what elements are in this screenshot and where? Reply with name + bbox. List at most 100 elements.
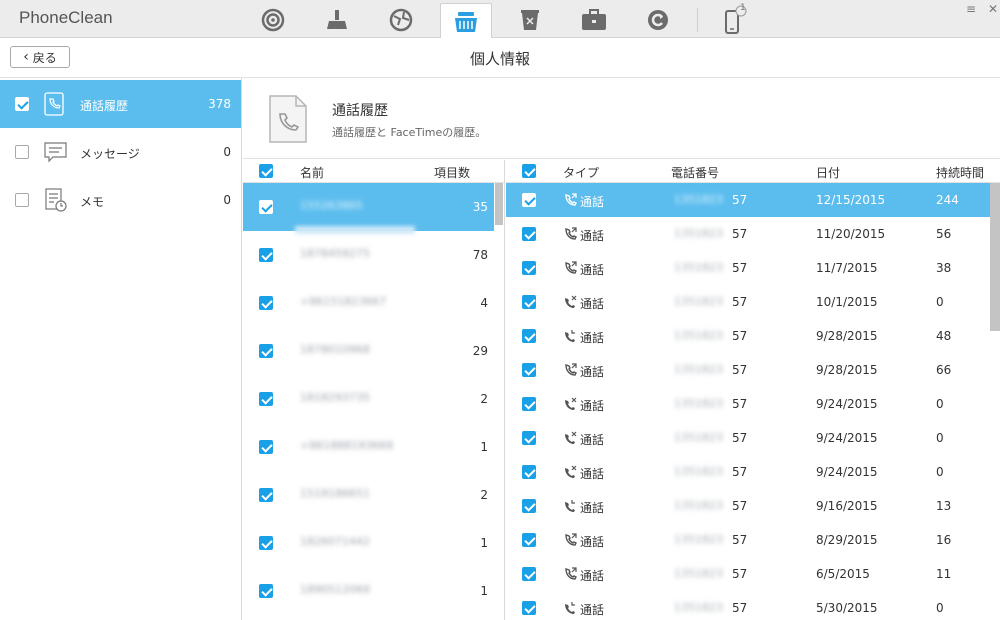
checkbox[interactable] (259, 344, 273, 358)
refresh-icon[interactable] (632, 3, 684, 37)
phone-number-tail: 57 (732, 499, 748, 513)
contact-row[interactable]: 1818293735 2 (243, 375, 494, 423)
contact-row[interactable]: 1878459275 78 (243, 231, 494, 279)
call-record-row[interactable]: 通話 1351823 57 5/30/2015 0 (506, 591, 990, 620)
contact-name: +86151823667 (300, 295, 387, 308)
call-record-row[interactable]: 通話 1351823 57 9/28/2015 66 (506, 353, 990, 387)
contact-row[interactable]: 1890512069 1 (243, 567, 494, 615)
quick-clean-icon[interactable] (247, 3, 299, 37)
contact-row[interactable]: +861888193669 1 (243, 423, 494, 471)
contact-row[interactable]: 1878010968 29 (243, 327, 494, 375)
contact-count: 35 (472, 200, 488, 214)
checkbox[interactable] (259, 248, 273, 262)
call-record-row[interactable]: 通話 1351823 57 9/28/2015 48 (506, 319, 990, 353)
checkbox[interactable] (259, 584, 273, 598)
checkbox[interactable] (522, 465, 536, 479)
column-header-duration: 持続時間 (936, 166, 985, 180)
contact-row[interactable]: 1519186651 2 (243, 471, 494, 519)
contact-count: 29 (472, 344, 488, 358)
phone-number-tail: 57 (732, 295, 748, 309)
category-sidebar: 通話履歴 378 メッセージ 0 メモ 0 (0, 78, 242, 620)
checkbox[interactable] (522, 261, 536, 275)
checkbox[interactable] (522, 397, 536, 411)
call-history-icon (44, 92, 66, 116)
checkbox[interactable] (522, 329, 536, 343)
call-record-row[interactable]: 通話 1351823 57 9/24/2015 0 (506, 455, 990, 489)
contact-row[interactable]: +86151823667 4 (243, 279, 494, 327)
close-icon[interactable]: ✕ (986, 2, 1000, 16)
select-all-checkbox[interactable] (522, 164, 536, 178)
contact-count: 1 (480, 440, 488, 454)
call-duration: 13 (936, 499, 952, 513)
call-date: 9/28/2015 (816, 363, 878, 377)
call-record-row[interactable]: 通話 1351823 57 10/1/2015 0 (506, 285, 990, 319)
call-date: 9/16/2015 (816, 499, 878, 513)
checkbox[interactable] (522, 533, 536, 547)
toolbox-icon[interactable] (568, 3, 620, 37)
internet-clean-icon[interactable] (375, 3, 427, 37)
sidebar-item-count: 0 (223, 193, 231, 207)
title-bar: PhoneClean 1 ≡ ✕ (0, 0, 1000, 39)
menu-icon[interactable]: ≡ (964, 2, 978, 16)
deep-clean-icon[interactable] (311, 3, 363, 37)
device-badge: 1 (740, 3, 746, 13)
call-duration: 0 (936, 431, 944, 445)
outgoing-call-icon (563, 567, 577, 581)
call-type: 通話 (580, 263, 605, 277)
sidebar-item-label: メモ (80, 195, 105, 209)
checkbox[interactable] (259, 440, 273, 454)
select-all-checkbox[interactable] (259, 164, 273, 178)
checkbox[interactable] (522, 499, 536, 513)
call-record-row[interactable]: 通話 1351823 57 12/15/2015 244 (506, 183, 990, 217)
checkbox[interactable] (259, 296, 273, 310)
contact-name: 1826071442 (300, 535, 370, 548)
scrollbar[interactable] (495, 183, 503, 225)
call-record-row[interactable]: 通話 1351823 57 11/20/2015 56 (506, 217, 990, 251)
call-duration: 0 (936, 397, 944, 411)
phone-number-tail: 57 (732, 601, 748, 615)
phone-number-tail: 57 (732, 329, 748, 343)
checkbox[interactable] (259, 536, 273, 550)
contact-name: 155263865 (300, 199, 363, 212)
call-record-row[interactable]: 通話 1351823 57 9/24/2015 0 (506, 421, 990, 455)
outgoing-call-icon (563, 533, 577, 547)
call-duration: 0 (936, 465, 944, 479)
call-type: 通話 (580, 297, 605, 311)
sidebar-item-call-history[interactable]: 通話履歴 378 (0, 80, 241, 128)
checkbox[interactable] (522, 295, 536, 309)
sidebar-item-memo[interactable]: メモ 0 (0, 176, 241, 224)
column-header-count: 項目数 (434, 166, 471, 180)
contact-row[interactable]: 1826071442 1 (243, 519, 494, 567)
call-date: 6/5/2015 (816, 567, 870, 581)
contacts-header: 名前 項目数 (243, 160, 504, 183)
category-header: 通話履歴 通話履歴と FaceTimeの履歴。 (243, 78, 1000, 159)
call-record-row[interactable]: 通話 1351823 57 8/29/2015 16 (506, 523, 990, 557)
privacy-clean-icon[interactable] (440, 3, 492, 39)
call-type: 通話 (580, 331, 605, 345)
scrollbar[interactable] (990, 183, 1000, 331)
checkbox[interactable] (522, 431, 536, 445)
checkbox[interactable] (522, 601, 536, 615)
contact-row[interactable]: 155263865 35 (243, 183, 494, 231)
checkbox[interactable] (15, 97, 29, 111)
checkbox[interactable] (522, 193, 536, 207)
checkbox[interactable] (522, 567, 536, 581)
device-icon[interactable]: 1 (707, 3, 759, 37)
contact-count: 1 (480, 536, 488, 550)
phone-number-redacted: 1351823 (674, 295, 723, 308)
checkbox[interactable] (522, 363, 536, 377)
checkbox[interactable] (15, 193, 29, 207)
checkbox[interactable] (259, 392, 273, 406)
checkbox[interactable] (522, 227, 536, 241)
checkbox[interactable] (259, 488, 273, 502)
contact-name: 1519186651 (300, 487, 370, 500)
call-record-row[interactable]: 通話 1351823 57 9/24/2015 0 (506, 387, 990, 421)
contact-count: 78 (472, 248, 488, 262)
checkbox[interactable] (259, 200, 273, 214)
call-record-row[interactable]: 通話 1351823 57 9/16/2015 13 (506, 489, 990, 523)
call-record-row[interactable]: 通話 1351823 57 6/5/2015 11 (506, 557, 990, 591)
silent-clean-icon[interactable] (504, 3, 556, 37)
call-record-row[interactable]: 通話 1351823 57 11/7/2015 38 (506, 251, 990, 285)
checkbox[interactable] (15, 145, 29, 159)
sidebar-item-messages[interactable]: メッセージ 0 (0, 128, 241, 176)
